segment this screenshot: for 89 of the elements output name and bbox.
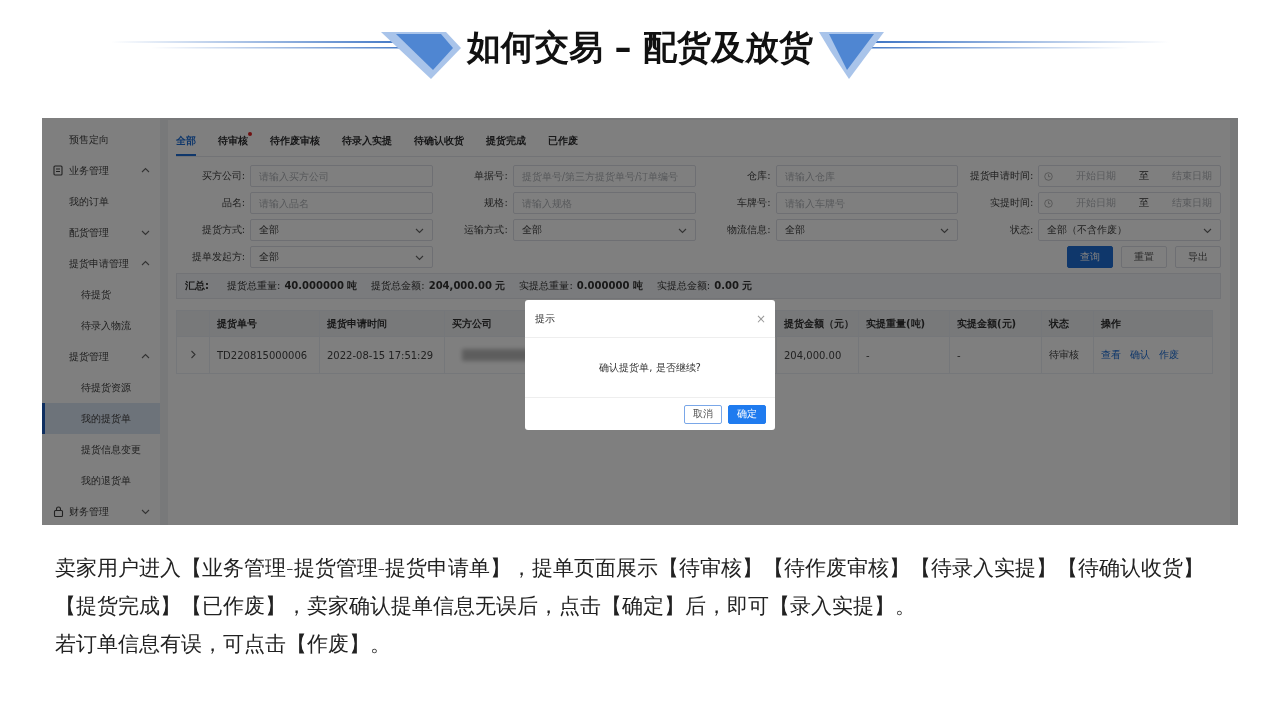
slide-title: 如何交易 – 配货及放货 [466, 26, 814, 69]
sidebar-item[interactable]: 财务管理 [42, 496, 160, 525]
tab[interactable]: 待作废审核 [270, 134, 320, 156]
action-link[interactable]: 查看 [1101, 349, 1121, 360]
tab[interactable]: 提货完成 [486, 134, 526, 156]
sidebar-item[interactable]: 待提货 [42, 279, 160, 310]
button[interactable]: 取消 [684, 404, 722, 424]
tab[interactable]: 待录入实提 [342, 134, 392, 156]
filter-label: 仓库: [746, 169, 772, 183]
filter-label: 提单发起方: [190, 250, 246, 264]
caret-icon [1203, 226, 1212, 234]
caret-icon [677, 226, 687, 234]
sidebar-item[interactable]: 提货信息变更 [42, 434, 160, 465]
description-text: 卖家用户进入【业务管理-提货管理-提货申请单】，提单页面展示【待审核】【待作废审核】【待录入实提】【待确认收货】【提货完成】【已作废】，卖家确认提单信息无误后，点击【确定】后，即可【录入实提】。 [55, 555, 1206, 620]
filter-label: 实提时间: [988, 196, 1035, 210]
sidebar-item[interactable]: 待提货资源 [42, 372, 160, 403]
summary-value: 40.000000 吨 [284, 279, 358, 293]
action-link[interactable]: 确认 [1130, 349, 1150, 360]
button[interactable]: 确定 [728, 404, 766, 424]
summary-value: 0.000000 吨 [576, 279, 643, 293]
tab[interactable]: 待确认收货 [414, 134, 464, 156]
summary-label: 提货总重量: [227, 279, 281, 293]
caret-icon [414, 226, 424, 234]
summary-value: 0.00 元 [714, 279, 753, 293]
filter-label: 状态: [1008, 223, 1035, 237]
action-link[interactable]: 作废 [1159, 349, 1179, 360]
table-cell: - [949, 336, 1042, 374]
column-header: 提货金额（元） [776, 310, 859, 337]
tab[interactable]: 待审核 [218, 134, 248, 156]
chevron-up-icon [141, 353, 150, 360]
table-cell: 待审核 [1041, 336, 1094, 374]
select-field[interactable]: 全部 [775, 219, 959, 241]
chevron-down-icon [141, 229, 150, 236]
sidebar-item[interactable]: 我的退货单 [42, 465, 160, 496]
select-field[interactable]: 全部（不含作废） [1038, 219, 1221, 241]
dialog-title: 提示 [535, 311, 555, 326]
close-button[interactable]: × [755, 311, 766, 326]
tab[interactable]: 已作废 [548, 134, 578, 156]
filter-label: 运输方式: [463, 223, 509, 237]
column-header: 操作 [1093, 310, 1213, 337]
summary-value: 204,000.00 元 [428, 279, 506, 293]
button[interactable]: 导出 [1175, 246, 1221, 268]
chevron-down-icon [141, 508, 150, 515]
filter-label: 车牌号: [736, 196, 772, 210]
book-icon [53, 165, 64, 176]
column-header: 提货申请时间 [319, 310, 445, 337]
select-field[interactable]: 全部 [250, 246, 433, 268]
description-text: 若订单信息有误，可点击【作废】。 [55, 631, 392, 658]
table-cell: 2022-08-15 17:51:29 [319, 336, 445, 374]
clock-icon [1044, 198, 1054, 208]
sidebar-item[interactable]: 待录入物流 [42, 310, 160, 341]
summary-label: 提货总金额: [371, 279, 425, 293]
tab[interactable]: 全部 [176, 134, 196, 156]
filter-label: 买方公司: [200, 169, 246, 183]
expand-icon[interactable] [189, 349, 197, 359]
clock-icon [1044, 171, 1054, 181]
summary-label: 实提总重量: [519, 279, 573, 293]
sidebar-item[interactable]: 我的订单 [42, 186, 160, 217]
column-header: 提货单号 [209, 310, 320, 337]
filter-label: 品名: [220, 196, 246, 210]
column-header: 实提金额(元) [949, 310, 1042, 337]
caret-icon [940, 226, 950, 234]
summary-label: 汇总: [185, 279, 209, 293]
column-header: 状态 [1041, 310, 1094, 337]
select-field[interactable]: 全部 [250, 219, 433, 241]
filter-label: 物流信息: [726, 223, 772, 237]
table-cell: - [858, 336, 950, 374]
sidebar-item[interactable]: 我的提货单 [42, 403, 160, 434]
dialog-message: 确认提货单, 是否继续? [525, 338, 775, 398]
button[interactable]: 查询 [1067, 246, 1113, 268]
sidebar-item[interactable]: 配货管理 [42, 217, 160, 248]
column-header: 实提重量(吨) [858, 310, 950, 337]
chevron-up-icon [141, 260, 150, 267]
sidebar-item[interactable]: 提货管理 [42, 341, 160, 372]
sidebar-item[interactable]: 业务管理 [42, 155, 160, 186]
table-cell: TD220815000006 [209, 336, 320, 374]
sidebar-item[interactable]: 预售定向 [42, 124, 160, 155]
table-cell: 204,000.00 [776, 336, 859, 374]
filter-label: 提货方式: [200, 223, 246, 237]
filter-label: 单据号: [473, 169, 509, 183]
chevron-up-icon [141, 167, 150, 174]
filter-label: 规格: [483, 196, 509, 210]
button[interactable]: 重置 [1121, 246, 1167, 268]
sidebar-item[interactable]: 提货申请管理 [42, 248, 160, 279]
select-field[interactable]: 全部 [512, 219, 696, 241]
filter-label: 提货申请时间: [968, 169, 1035, 183]
caret-icon [414, 253, 424, 261]
summary-label: 实提总金额: [656, 279, 711, 293]
lock-icon [53, 506, 64, 517]
